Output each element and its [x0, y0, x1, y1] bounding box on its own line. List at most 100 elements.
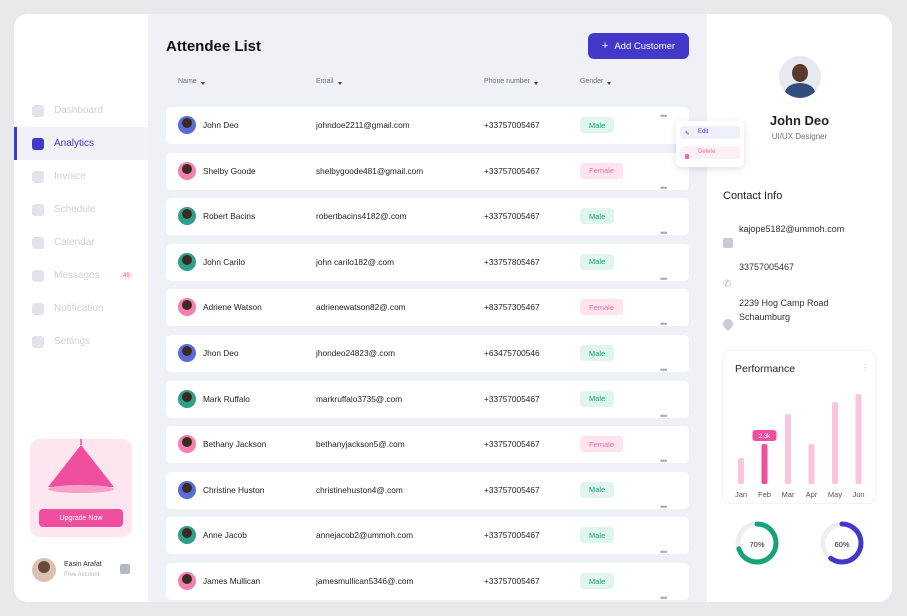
more-options-icon[interactable]: ••• [660, 411, 668, 421]
table-row[interactable]: Anne Jacob annejacob2@ummoh.com +337570054… [166, 517, 689, 557]
sidebar-item-label: Messages [54, 270, 100, 281]
table-row[interactable]: Robert Bacins robertbacins4182@.com +33757… [166, 198, 689, 238]
profile-panel: John Deo UI/UX Designer Contact Info kaj… [707, 14, 892, 602]
more-options-icon[interactable]: ••• [660, 183, 668, 193]
sort-icon [337, 81, 342, 85]
gender-badge: Male [580, 390, 615, 407]
avatar [178, 435, 196, 454]
more-options-icon[interactable]: ••• [660, 111, 668, 121]
table-row[interactable]: John Carilo john carilo182@.com +337578054… [166, 243, 689, 284]
progress-donut-1 [735, 521, 779, 565]
attendee-email: bethanyjackson5@.com [316, 439, 405, 450]
table-row[interactable]: Bethany Jackson bethanyjackson5@.com +3375… [166, 426, 689, 466]
add-customer-button[interactable]: + Add Customer [588, 33, 689, 59]
contact-address-line2: Schaumburg [739, 312, 791, 322]
attendee-phone: +33757805467 [484, 256, 540, 267]
attendee-email: robertbacins4182@.com [316, 211, 407, 222]
column-header-email[interactable]: Email [316, 78, 342, 85]
more-options-icon[interactable]: ••• [660, 365, 668, 375]
gender-badge: Female [580, 162, 624, 179]
x-tick-label: Feb [758, 490, 771, 499]
avatar [178, 161, 196, 180]
column-header-gender[interactable]: Gender [580, 78, 612, 85]
table-row[interactable]: John Deo johndoe2211@gmail.com +3375700546… [166, 107, 689, 144]
gender-badge: Male [580, 253, 615, 270]
highlight-label: 2.3k [759, 434, 771, 440]
column-label: Phone number [484, 78, 530, 85]
attendee-phone: +33757005467 [484, 393, 540, 404]
gender-badge: Male [580, 481, 615, 498]
sidebar-item-notification[interactable]: Notification [14, 292, 148, 325]
gender-badge: Female [580, 299, 624, 316]
table-row[interactable]: Shelby Goode shelbygoode481@gmail.com +337… [166, 152, 689, 193]
avatar [178, 572, 196, 590]
avatar [178, 480, 196, 499]
invoice-icon [32, 170, 44, 183]
more-options-icon[interactable]: ••• [660, 547, 668, 557]
more-options-icon[interactable]: ••• [660, 502, 668, 512]
x-tick-label: Jun [852, 490, 864, 499]
edit-menu-item[interactable]: Edit [680, 126, 740, 139]
attendee-phone: +33757005467 [484, 165, 540, 176]
more-options-icon[interactable]: ••• [660, 456, 668, 466]
sidebar-item-calendar[interactable]: Calendar [14, 226, 148, 259]
attendee-phone: +83757305467 [484, 302, 540, 313]
attendee-email: shelbygoode481@gmail.com [316, 165, 424, 176]
attendee-email: christinehuston4@.com [316, 484, 403, 495]
contact-email: kajope5182@ummoh.com [739, 224, 845, 234]
gender-badge: Female [580, 436, 624, 453]
avatar [178, 116, 196, 134]
attendee-name: Shelby Goode [203, 165, 256, 176]
bar-may[interactable] [832, 402, 838, 484]
gender-badge: Male [580, 208, 615, 225]
more-options-icon[interactable]: ••• [660, 593, 668, 602]
sort-icon [607, 81, 612, 85]
sidebar-item-analytics[interactable]: Analytics [14, 127, 148, 160]
attendee-email: jhondeo24823@.com [316, 348, 396, 358]
x-tick-label: May [828, 490, 842, 499]
page-title: Attendee List [166, 38, 262, 55]
more-options-icon[interactable]: ••• [660, 274, 668, 284]
table-row[interactable]: Jhon Deo jhondeo24823@.com +63475700546 Mal… [166, 335, 689, 375]
sidebar-item-dashboard[interactable]: Dashboard [14, 94, 148, 127]
table-row[interactable]: Christine Huston christinehuston4@.com +33… [166, 471, 689, 512]
settings-icon [32, 335, 44, 348]
user-account[interactable]: Easin Arafat Free Account [32, 558, 142, 588]
main-content: Attendee List + Add Customer Name Email … [148, 14, 744, 602]
bar-apr[interactable] [808, 444, 815, 484]
bar-mar[interactable] [785, 414, 791, 484]
sidebar-item-settings[interactable]: Settings [14, 325, 148, 358]
avatar [178, 389, 196, 408]
sidebar-item-messages[interactable]: Messages 49 [14, 259, 148, 292]
sidebar-item-schedule[interactable]: Schedule [14, 193, 148, 226]
lamp-light [48, 485, 114, 493]
table-row[interactable]: James Mullican jamesmullican5346@.com +337… [166, 563, 689, 602]
more-options-icon[interactable]: ••• [660, 228, 668, 238]
contact-phone: 33757005467 [739, 262, 795, 272]
logout-icon[interactable] [120, 564, 130, 574]
upgrade-now-button[interactable]: Upgrade Now [39, 509, 123, 527]
avatar [178, 207, 196, 226]
sidebar-item-invoice[interactable]: Invoice [14, 160, 148, 193]
sidebar-item-label: Invoice [54, 171, 86, 182]
unread-badge: 49 [120, 271, 133, 280]
performance-chart: Jan Feb 2.3k Mar Apr May Jun [735, 394, 865, 499]
row-action-menu: Edit Delete [676, 121, 744, 167]
avatar [178, 344, 196, 362]
delete-menu-item[interactable]: Delete [680, 146, 740, 159]
table-row[interactable]: Mark Ruffalo markruffalo3735@.com +3375700… [166, 380, 689, 421]
attendee-name: Adriene Watson [203, 302, 262, 313]
avatar [32, 558, 56, 582]
upgrade-card: Upgrade Now [30, 439, 132, 537]
avatar [178, 252, 196, 271]
bar-jan[interactable] [738, 458, 744, 484]
contact-info-title: Contact Info [723, 190, 783, 202]
attendee-email: annejacob2@ummoh.com [316, 530, 413, 541]
bar-feb[interactable] [761, 444, 768, 484]
bar-jun[interactable] [855, 394, 862, 484]
x-tick-label: Mar [782, 490, 795, 499]
column-header-name[interactable]: Name [178, 78, 205, 85]
more-options-icon[interactable]: ••• [660, 319, 668, 329]
column-header-phone[interactable]: Phone number [484, 78, 538, 85]
table-row[interactable]: Adriene Watson adrienewatson82@.com +83757… [166, 289, 689, 329]
